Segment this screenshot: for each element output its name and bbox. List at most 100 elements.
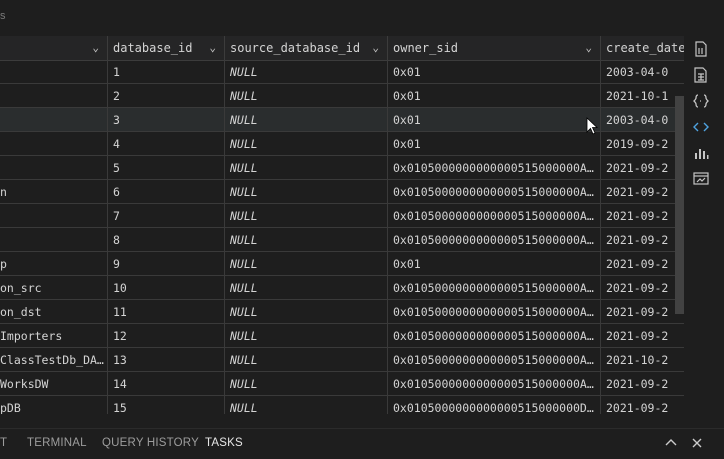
cell-create-date[interactable]: 2021-09-2 [601,180,684,204]
cell-source-database-id[interactable]: NULL [225,252,388,276]
vertical-scrollbar-thumb[interactable] [675,96,684,314]
cell-create-date[interactable]: 2021-09-2 [601,204,684,228]
cell-name[interactable] [0,108,108,132]
cell-name[interactable]: WorksDW [0,372,108,396]
results-grid[interactable]: ⌄ database_id ⌄ source_database_id ⌄ own… [0,36,684,414]
table-row[interactable]: n 6 NULL 0x0105000000000000515000000A0… 2021… [0,180,684,204]
cell-source-database-id[interactable]: NULL [225,60,388,84]
save-as-excel-icon[interactable] [692,66,710,84]
panel-tab-output[interactable]: T [0,437,7,449]
close-icon[interactable] [689,435,705,451]
cell-database-id[interactable]: 1 [108,60,225,84]
table-row[interactable]: 8 NULL 0x0105000000000000515000000A0… 2021-… [0,228,684,252]
cell-source-database-id[interactable]: NULL [225,180,388,204]
save-as-csv-icon[interactable] [692,40,710,58]
cell-name[interactable]: on_src [0,276,108,300]
cell-owner-sid[interactable]: 0x0105000000000000515000000A0… [388,372,601,396]
column-header-source-database-id[interactable]: source_database_id ⌄ [225,36,388,60]
panel-tab-tasks[interactable]: TASKS [205,437,243,449]
column-header-name[interactable]: ⌄ [0,36,108,60]
table-row[interactable]: 7 NULL 0x0105000000000000515000000A0… 2021-… [0,204,684,228]
cell-create-date[interactable]: 2021-09-2 [601,372,684,396]
chart-icon[interactable] [692,144,710,162]
cell-source-database-id[interactable]: NULL [225,132,388,156]
cell-owner-sid[interactable]: 0x0105000000000000515000000D… [388,396,601,414]
cell-create-date[interactable]: 2021-09-2 [601,324,684,348]
save-as-json-icon[interactable] [692,92,710,110]
cell-database-id[interactable]: 6 [108,180,225,204]
cell-name[interactable] [0,156,108,180]
table-row[interactable]: Importers 12 NULL 0x01050000000000005150000… [0,324,684,348]
cell-database-id[interactable]: 8 [108,228,225,252]
cell-owner-sid[interactable]: 0x0105000000000000515000000A0… [388,180,601,204]
cell-owner-sid[interactable]: 0x01 [388,60,601,84]
cell-name[interactable]: Importers [0,324,108,348]
cell-database-id[interactable]: 5 [108,156,225,180]
cell-name[interactable]: ClassTestDb_DA… [0,348,108,372]
cell-source-database-id[interactable]: NULL [225,324,388,348]
cell-database-id[interactable]: 2 [108,84,225,108]
cell-source-database-id[interactable]: NULL [225,276,388,300]
cell-owner-sid[interactable]: 0x01 [388,108,601,132]
table-row[interactable]: p 9 NULL 0x01 2021-09-2 [0,252,684,276]
cell-owner-sid[interactable]: 0x01 [388,84,601,108]
table-row[interactable]: 1 NULL 0x01 2003-04-0 [0,60,684,84]
cell-create-date[interactable]: 2021-09-2 [601,156,684,180]
cell-source-database-id[interactable]: NULL [225,156,388,180]
cell-name[interactable]: pDB [0,396,108,414]
cell-name[interactable] [0,228,108,252]
cell-name[interactable]: n [0,180,108,204]
chevron-down-icon[interactable]: ⌄ [92,36,99,60]
table-row[interactable]: WorksDW 14 NULL 0x0105000000000000515000000… [0,372,684,396]
cell-create-date[interactable]: 2021-09-2 [601,300,684,324]
column-header-owner-sid[interactable]: owner_sid ⌄ [388,36,601,60]
cell-source-database-id[interactable]: NULL [225,108,388,132]
cell-owner-sid[interactable]: 0x0105000000000000515000000A0… [388,204,601,228]
table-row[interactable]: ClassTestDb_DA… 13 NULL 0x01050000000000005… [0,348,684,372]
cell-source-database-id[interactable]: NULL [225,348,388,372]
cell-source-database-id[interactable]: NULL [225,204,388,228]
cell-database-id[interactable]: 3 [108,108,225,132]
cell-create-date[interactable]: 2021-09-2 [601,228,684,252]
cell-name[interactable]: p [0,252,108,276]
cell-create-date[interactable]: 2021-10-1 [601,84,684,108]
cell-owner-sid[interactable]: 0x01 [388,132,601,156]
chevron-down-icon[interactable]: ⌄ [209,36,216,60]
cell-owner-sid[interactable]: 0x0105000000000000515000000A0… [388,276,601,300]
cell-database-id[interactable]: 9 [108,252,225,276]
cell-name[interactable] [0,84,108,108]
visualize-icon[interactable] [692,170,710,188]
cell-database-id[interactable]: 15 [108,396,225,414]
cell-create-date[interactable]: 2003-04-0 [601,60,684,84]
cell-database-id[interactable]: 7 [108,204,225,228]
table-row[interactable]: 4 NULL 0x01 2019-09-2 [0,132,684,156]
cell-owner-sid[interactable]: 0x0105000000000000515000000A0… [388,300,601,324]
save-as-xml-icon[interactable] [692,118,710,136]
column-header-create-date[interactable]: create_date [601,36,684,60]
cell-name[interactable]: on_dst [0,300,108,324]
cell-database-id[interactable]: 14 [108,372,225,396]
cell-owner-sid[interactable]: 0x0105000000000000515000000A0… [388,156,601,180]
cell-database-id[interactable]: 12 [108,324,225,348]
cell-database-id[interactable]: 4 [108,132,225,156]
cell-database-id[interactable]: 11 [108,300,225,324]
cell-owner-sid[interactable]: 0x0105000000000000515000000A0… [388,228,601,252]
cell-create-date[interactable]: 2003-04-0 [601,108,684,132]
chevron-down-icon[interactable]: ⌄ [372,36,379,60]
table-row[interactable]: pDB 15 NULL 0x0105000000000000515000000D… 20… [0,396,684,414]
table-row[interactable]: 3 NULL 0x01 2003-04-0 [0,108,684,132]
chevron-up-icon[interactable] [663,435,679,451]
cell-source-database-id[interactable]: NULL [225,84,388,108]
table-row[interactable]: on_dst 11 NULL 0x0105000000000000515000000A… [0,300,684,324]
cell-owner-sid[interactable]: 0x0105000000000000515000000A0… [388,348,601,372]
cell-source-database-id[interactable]: NULL [225,396,388,414]
cell-name[interactable] [0,132,108,156]
cell-source-database-id[interactable]: NULL [225,300,388,324]
cell-create-date[interactable]: 2021-09-2 [601,252,684,276]
cell-create-date[interactable]: 2019-09-2 [601,132,684,156]
cell-create-date[interactable]: 2021-09-2 [601,396,684,414]
cell-create-date[interactable]: 2021-10-2 [601,348,684,372]
cell-source-database-id[interactable]: NULL [225,372,388,396]
table-row[interactable]: 2 NULL 0x01 2021-10-1 [0,84,684,108]
table-row[interactable]: 5 NULL 0x0105000000000000515000000A0… 2021-… [0,156,684,180]
